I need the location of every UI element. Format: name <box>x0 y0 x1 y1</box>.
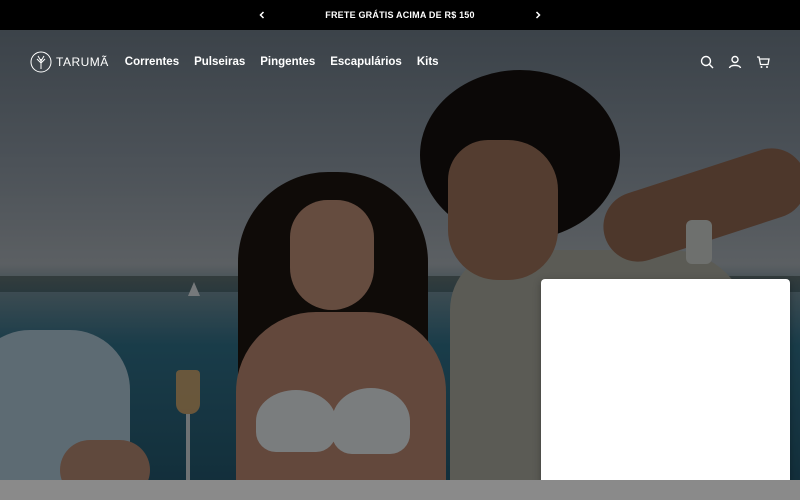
account-button[interactable] <box>728 55 742 69</box>
main-nav: Correntes Pulseiras Pingentes Escapulári… <box>125 56 439 68</box>
chevron-left-icon <box>259 11 265 19</box>
chevron-right-icon <box>535 11 541 19</box>
search-button[interactable] <box>700 55 714 69</box>
nav-item-correntes[interactable]: Correntes <box>125 56 179 68</box>
announcement-prev-button[interactable] <box>255 7 269 23</box>
nav-item-pulseiras[interactable]: Pulseiras <box>194 56 245 68</box>
popup-panel[interactable] <box>541 279 790 489</box>
announcement-bar: FRETE GRÁTIS ACIMA DE R$ 150 <box>0 0 800 30</box>
logo-text: TARUMÃ <box>56 55 109 69</box>
announcement-next-button[interactable] <box>531 7 545 23</box>
account-icon <box>728 55 742 69</box>
site-header: TARUMÃ Correntes Pulseiras Pingentes Esc… <box>0 30 800 94</box>
logo[interactable]: TARUMÃ <box>30 51 109 73</box>
cart-button[interactable] <box>756 55 770 69</box>
tree-logo-icon <box>30 51 52 73</box>
cart-icon <box>757 56 770 68</box>
search-icon <box>700 55 714 69</box>
header-icons <box>700 55 770 69</box>
nav-item-kits[interactable]: Kits <box>417 56 439 68</box>
nav-item-pingentes[interactable]: Pingentes <box>260 56 315 68</box>
announcement-text: FRETE GRÁTIS ACIMA DE R$ 150 <box>325 10 475 20</box>
bottom-section <box>0 480 800 500</box>
nav-item-escapularios[interactable]: Escapulários <box>330 56 402 68</box>
